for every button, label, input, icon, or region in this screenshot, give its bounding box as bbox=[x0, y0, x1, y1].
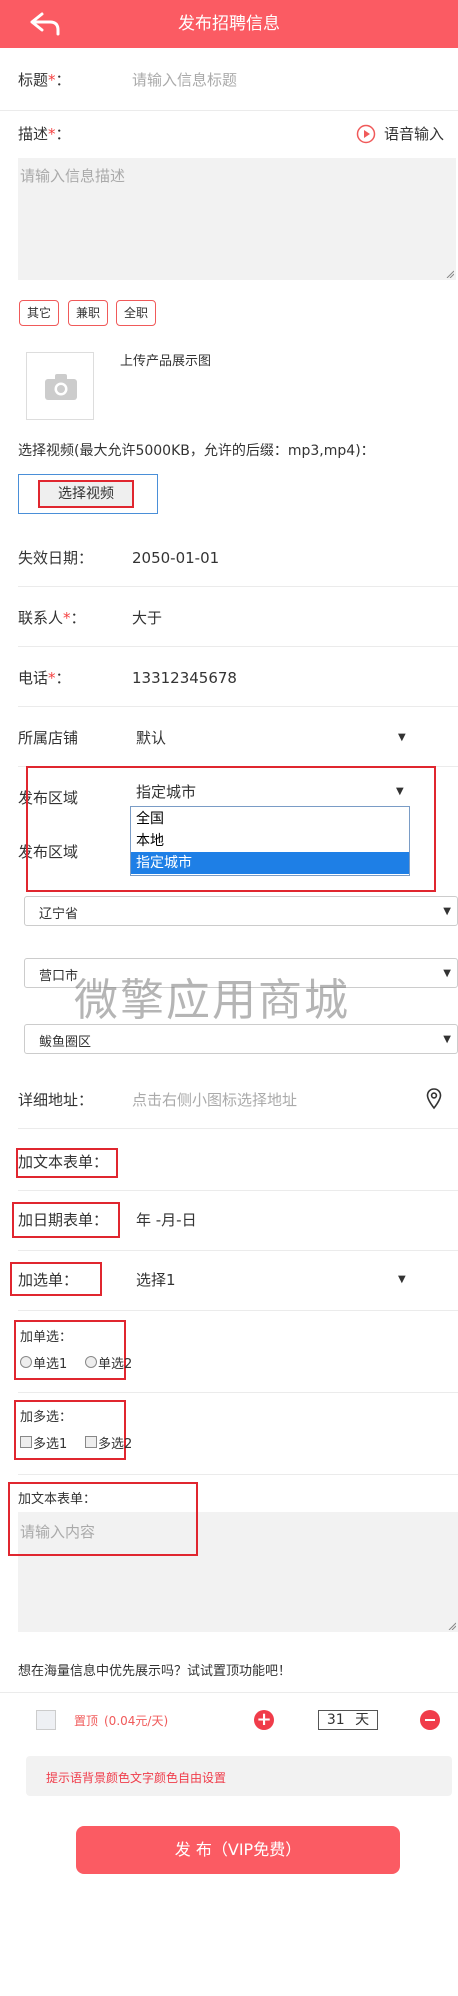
days-value: 31 bbox=[326, 1712, 345, 1728]
text-form-label: 加文本表单： bbox=[18, 1153, 109, 1171]
option-select[interactable]: 选择1 ▼ bbox=[132, 1268, 412, 1292]
checkbox-1[interactable] bbox=[20, 1436, 32, 1448]
select-form-label: 加选单： bbox=[18, 1271, 79, 1289]
days-unit: 天 bbox=[355, 1712, 370, 1728]
notice-bar: 提示语背景颜色文字颜色自由设置 bbox=[26, 1756, 452, 1796]
phone-label: 电话*： bbox=[18, 669, 71, 687]
divider bbox=[18, 1474, 458, 1475]
highlight-box bbox=[8, 1482, 198, 1556]
minus-icon[interactable] bbox=[420, 1710, 440, 1730]
chevron-down-icon: ▼ bbox=[443, 968, 451, 979]
divider bbox=[18, 1128, 458, 1129]
voice-input-label: 语音输入 bbox=[384, 125, 445, 143]
upload-label: 上传产品展示图 bbox=[120, 354, 212, 369]
tag-full-time[interactable]: 全职 bbox=[116, 300, 156, 326]
district-value: 鲅鱼圈区 bbox=[39, 1035, 92, 1050]
shop-select[interactable]: 默认 ▼ bbox=[132, 726, 412, 750]
resize-grip-icon[interactable] bbox=[448, 1622, 456, 1630]
phone-input[interactable]: 13312345678 bbox=[132, 668, 237, 688]
radio-option-1-label: 单选1 bbox=[33, 1357, 68, 1372]
address-input[interactable]: 点击右侧小图标选择地址 bbox=[132, 1090, 297, 1110]
submit-button[interactable]: 发 布（VIP免费） bbox=[76, 1826, 400, 1874]
description-placeholder: 请输入信息描述 bbox=[20, 167, 126, 185]
video-hint: 选择视频(最大允许5000KB，允许的后缀：mp3,mp4)： bbox=[18, 443, 375, 459]
contact-input[interactable]: 大于 bbox=[132, 608, 162, 628]
checkbox-label: 加多选： bbox=[20, 1410, 73, 1425]
expire-date-input[interactable]: 2050-01-01 bbox=[132, 548, 219, 568]
province-value: 辽宁省 bbox=[39, 907, 79, 922]
divider bbox=[18, 1310, 458, 1311]
location-pin-icon[interactable] bbox=[426, 1088, 442, 1110]
title-label: 标题*： bbox=[18, 71, 71, 89]
top-label: 置顶 bbox=[74, 1714, 99, 1728]
top-checkbox[interactable] bbox=[36, 1710, 56, 1730]
tag-other[interactable]: 其它 bbox=[19, 300, 59, 326]
camera-icon bbox=[45, 374, 77, 400]
watermark: 微擎应用商城 bbox=[74, 975, 350, 1026]
checkbox-option-1-label: 多选1 bbox=[33, 1437, 68, 1452]
contact-label: 联系人*： bbox=[18, 609, 86, 627]
divider bbox=[18, 1250, 458, 1251]
shop-select-value: 默认 bbox=[136, 729, 167, 747]
header-bar: 发布招聘信息 bbox=[0, 0, 458, 48]
play-icon bbox=[356, 124, 376, 144]
divider bbox=[18, 1392, 458, 1393]
description-textarea[interactable]: 请输入信息描述 bbox=[18, 158, 456, 280]
date-form-label: 加日期表单： bbox=[18, 1211, 109, 1229]
district-select[interactable]: 鲅鱼圈区 ▼ bbox=[24, 1024, 458, 1054]
divider bbox=[0, 110, 458, 111]
province-select[interactable]: 辽宁省 ▼ bbox=[24, 896, 458, 926]
top-price: (0.04元/天) bbox=[104, 1714, 169, 1728]
chevron-down-icon: ▼ bbox=[443, 906, 451, 917]
description-label: 描述*： bbox=[18, 125, 71, 143]
page-title: 发布招聘信息 bbox=[178, 14, 280, 34]
choose-video-button[interactable]: 选择视频 bbox=[38, 480, 134, 508]
highlight-box bbox=[26, 766, 436, 892]
divider bbox=[18, 646, 458, 647]
chevron-down-icon: ▼ bbox=[443, 1034, 451, 1045]
top-question: 想在海量信息中优先展示吗？试试置顶功能吧！ bbox=[18, 1664, 292, 1679]
checkbox-option-2-label: 多选2 bbox=[98, 1437, 133, 1452]
tag-part-time[interactable]: 兼职 bbox=[68, 300, 108, 326]
chevron-down-icon: ▼ bbox=[398, 1274, 406, 1285]
divider bbox=[18, 706, 458, 707]
radio-button-1[interactable] bbox=[20, 1356, 32, 1368]
radio-option-2-label: 单选2 bbox=[98, 1357, 133, 1372]
city-value: 营口市 bbox=[39, 969, 79, 984]
date-input[interactable]: 年 -月-日 bbox=[136, 1210, 197, 1230]
option-select-value: 选择1 bbox=[136, 1271, 176, 1289]
shop-label: 所属店铺 bbox=[18, 729, 79, 747]
radio-label: 加单选： bbox=[20, 1330, 73, 1345]
divider bbox=[18, 586, 458, 587]
checkbox-2[interactable] bbox=[85, 1436, 97, 1448]
upload-image-button[interactable] bbox=[26, 352, 94, 420]
resize-grip-icon[interactable] bbox=[446, 270, 454, 278]
radio-button-2[interactable] bbox=[85, 1356, 97, 1368]
divider bbox=[0, 1692, 458, 1693]
notice-text: 提示语背景颜色文字颜色自由设置 bbox=[46, 1771, 227, 1785]
plus-icon[interactable]: + bbox=[254, 1710, 274, 1730]
address-label: 详细地址： bbox=[18, 1091, 94, 1109]
divider bbox=[18, 1190, 458, 1191]
chevron-down-icon: ▼ bbox=[398, 732, 406, 743]
days-stepper[interactable]: 31 天 bbox=[318, 1710, 378, 1730]
title-input[interactable]: 请输入信息标题 bbox=[132, 70, 237, 90]
expire-label: 失效日期： bbox=[18, 549, 94, 567]
